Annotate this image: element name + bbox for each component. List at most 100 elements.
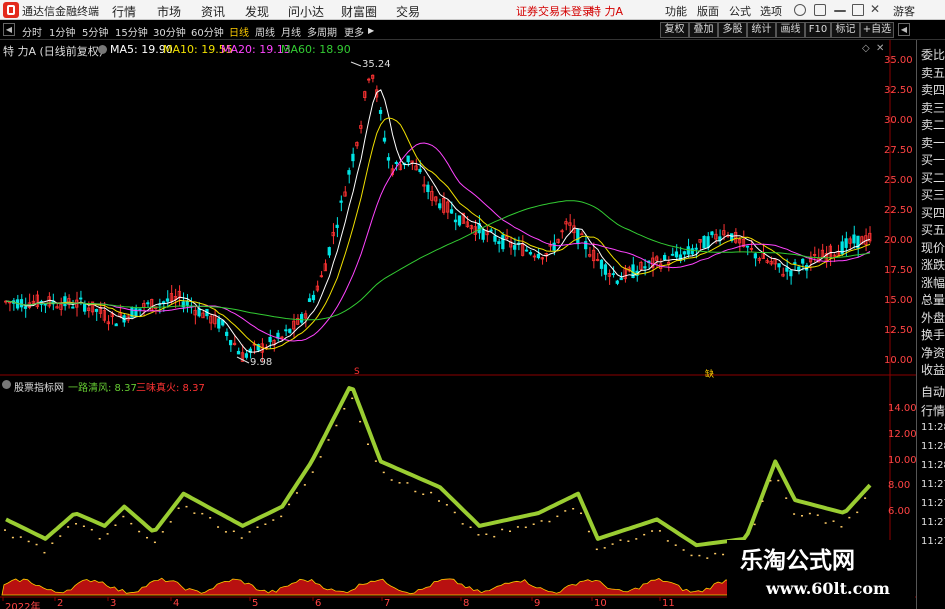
candle-body (710, 231, 714, 236)
indicator-dot (722, 553, 725, 556)
candle-body (797, 266, 801, 271)
quote-side-panel: 委比 卖五 卖四 卖三 卖二 卖一 买一 买二 买三 买四 买五 现价 涨跌 涨幅 总量 外盘 换手 净资 收益 自动… (916, 40, 945, 609)
candle-body (497, 241, 501, 245)
indicator-dot (548, 520, 551, 523)
indicator-dot (146, 536, 149, 539)
indicator-dot (343, 408, 346, 410)
indicator-tick-label: 14.00 (888, 403, 917, 414)
subchart-settings-icon[interactable] (2, 380, 11, 389)
quote-field-label: 买五 (921, 223, 945, 237)
quote-field-label: 买一 (921, 153, 945, 167)
candle-body (394, 161, 398, 165)
chart-settings-icon[interactable] (98, 45, 107, 54)
price-tick-label: 22.50 (884, 205, 913, 216)
indicator-dot (848, 516, 851, 519)
event-marker-s[interactable]: S (354, 367, 360, 377)
indicator-dot (414, 490, 417, 493)
candle-body (300, 314, 304, 323)
indicator-dot (761, 500, 764, 502)
candle-body (678, 254, 683, 261)
indicator-dot (406, 482, 409, 484)
candle-body (19, 299, 24, 308)
indicator-dot (840, 526, 843, 528)
indicator-dot (35, 543, 38, 546)
indicator-dot (90, 528, 93, 531)
ma60-label: MA60: 18.90 (281, 43, 351, 56)
indicator-dot (366, 443, 369, 445)
indicator-dot (303, 484, 306, 486)
tick-time-label: 11:27 (921, 498, 945, 509)
candle-body (438, 203, 442, 209)
indicator-dot (359, 420, 362, 423)
indicator-dot (335, 424, 338, 427)
quote-field-label: 净资 (921, 345, 945, 360)
indicator-dot (390, 479, 393, 481)
candle-body (288, 328, 292, 333)
indicator-dot (461, 523, 464, 525)
indicator-dot (295, 492, 298, 494)
candle-body (138, 308, 142, 311)
indicator-dot (43, 551, 46, 554)
high-price-marker: 35.24 (362, 59, 391, 70)
indicator-dot (445, 504, 448, 506)
indicator-dot (67, 526, 70, 528)
indicator-dot (382, 471, 385, 474)
candle-body (327, 247, 331, 256)
date-tick-label: 2022年 (5, 602, 41, 609)
candle-body (599, 259, 604, 269)
indicator-dot (469, 526, 472, 529)
quote-field-label: 买四 (921, 205, 945, 220)
date-tick-label: 8 (463, 598, 470, 609)
indicator-dot (11, 536, 14, 539)
indicator-dot (138, 530, 141, 533)
kline-chart-area[interactable] (0, 0, 945, 609)
date-tick-label: 5 (252, 598, 259, 609)
indicator-dot (651, 530, 654, 532)
indicator-dot (98, 538, 101, 540)
quote-field-label: 行情 (921, 404, 945, 418)
indicator-dot (4, 529, 6, 531)
indicator-dot (114, 524, 117, 526)
candle-body (513, 245, 517, 250)
indicator-dot (658, 530, 661, 532)
chart-expand-icon[interactable]: ✕ (876, 43, 884, 54)
candle-body (753, 253, 757, 259)
candle-body (335, 224, 339, 228)
candle-body (576, 228, 580, 244)
quote-field-label: 外盘 (921, 310, 945, 325)
candle-body (236, 350, 241, 355)
indicator-dot (635, 538, 638, 540)
candle-body (347, 170, 351, 175)
indicator-dot (643, 533, 646, 536)
candle-body (114, 323, 118, 327)
indicator-dot (808, 512, 811, 515)
tick-time-label: 11:27 (921, 536, 945, 547)
indicator-dot (769, 479, 772, 482)
subchart-title: 股票指标网 (14, 383, 64, 394)
candle-body (165, 298, 170, 302)
indicator-dot (51, 542, 54, 544)
date-tick-label: 3 (110, 598, 117, 609)
indicator-dot (501, 528, 504, 531)
chart-zoom-icon[interactable]: ◇ (862, 43, 870, 54)
indicator-dot (516, 526, 519, 528)
quote-field-label: 涨幅 (921, 275, 945, 290)
quote-field-label: 换手 (921, 328, 945, 342)
indicator-dot (627, 540, 630, 542)
event-marker-gap[interactable]: 缺 (705, 367, 714, 380)
indicator-dot (209, 517, 212, 519)
price-tick-label: 25.00 (884, 175, 913, 186)
candle-body (603, 264, 608, 275)
candle-body (706, 236, 710, 249)
watermark-url: www.60lt.com (766, 579, 890, 598)
indicator-dot (374, 460, 377, 462)
candle-body (197, 308, 201, 317)
candle-body (552, 242, 556, 251)
quote-field-label: 现价 (921, 240, 945, 255)
candle-body (339, 200, 343, 203)
quote-field-label: 买二 (921, 170, 945, 185)
indicator-dot (311, 471, 314, 473)
candle-body (611, 273, 615, 276)
quote-field-label: 委比 (921, 48, 945, 62)
candle-body (311, 294, 316, 301)
